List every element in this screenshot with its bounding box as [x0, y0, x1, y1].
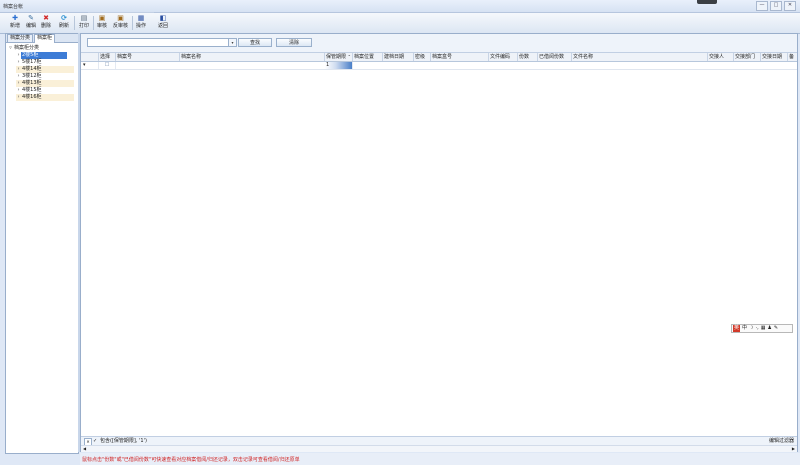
search-combo[interactable]: ▾ — [87, 38, 237, 47]
edit-button[interactable]: ✎ 编辑 — [26, 14, 36, 32]
filter-footer: ✕ ✓ 包含([保管期限], '1') 编辑过滤器 — [81, 436, 797, 446]
tree-item[interactable]: › 5楼17柜 — [16, 59, 74, 66]
close-button[interactable]: ✕ — [784, 1, 796, 11]
delete-icon: ✖ — [43, 14, 49, 22]
row-indicator-header — [81, 53, 99, 61]
maximize-button[interactable]: □ — [770, 1, 782, 11]
cabinet-tree: ▿ 档案柜分类 › 2楼5柜 › 5楼17柜 › 4楼14柜 › 3楼12柜 › 4楼13柜… — [8, 45, 76, 101]
ime-halfwidth-icon[interactable]: ☽ — [749, 325, 753, 332]
approve-button[interactable]: ▣ 审核 — [97, 14, 107, 32]
ime-toolbar: 英 中 ☽ ·, ▦ ♟ ✎ — [731, 324, 793, 333]
tree-item[interactable]: › 4楼15柜 — [16, 87, 74, 94]
grid-header: 选择 档案号 档案名称 保管期限 ⌃ 档案位置 建档日期 密级 档案盒号 文件编码… — [81, 53, 797, 62]
window-title: 档案台帐 — [3, 4, 24, 10]
filter-enabled-checkbox[interactable]: ✓ — [93, 438, 97, 444]
column-header[interactable]: 备 — [788, 53, 797, 61]
column-header[interactable]: 档案号 — [116, 53, 180, 61]
ime-user-icon[interactable]: ♟ — [767, 325, 771, 332]
tree-item[interactable]: › 4楼14柜 — [16, 66, 74, 73]
toolbar-separator — [132, 16, 133, 30]
unapprove-icon: ▣ — [117, 14, 124, 22]
keep-period-filter-cell[interactable]: 1 — [325, 62, 353, 69]
filter-row: ▾ ☐ 1 — [81, 62, 797, 70]
column-header[interactable]: 份数 — [518, 53, 538, 61]
column-header[interactable]: 档案位置 — [353, 53, 383, 61]
operate-icon: ▦ — [137, 14, 145, 22]
column-header[interactable]: 保管期限 ⌃ — [325, 53, 353, 61]
tree-item[interactable]: › 3楼12柜 — [16, 73, 74, 80]
tab-archive-cabinet[interactable]: 档案柜 — [34, 34, 56, 43]
edit-icon: ✎ — [28, 14, 34, 22]
horizontal-scrollbar[interactable]: ◀ ▶ — [81, 445, 797, 452]
ime-settings-icon[interactable]: ✎ — [774, 325, 778, 332]
query-button[interactable]: 查找 — [238, 38, 272, 47]
return-icon: ◧ — [159, 14, 167, 22]
filter-text: 包含([保管期限], '1') — [100, 438, 147, 444]
tree-item[interactable]: › 4楼16柜 — [16, 94, 74, 101]
edit-filter-button[interactable]: 编辑过滤器 — [769, 438, 794, 444]
top-tray-widget[interactable] — [697, 0, 717, 4]
window-controls: — □ ✕ — [756, 1, 796, 11]
status-message: 鼠标点击"份数"或"已借阅份数"可快速查看对应档案借阅/归还记录，双击记录可查看… — [82, 457, 300, 463]
column-header[interactable]: 文件名称 — [572, 53, 708, 61]
ime-chinese-icon[interactable]: 中 — [742, 325, 747, 332]
row-pointer-icon: ▾ — [81, 62, 99, 69]
tree-item[interactable]: › 4楼13柜 — [16, 80, 74, 87]
left-panel: 档案分类 档案柜 ▿ 档案柜分类 › 2楼5柜 › 5楼17柜 › 4楼14柜 › 3楼1… — [5, 33, 79, 454]
column-header[interactable]: 交接部门 — [734, 53, 761, 61]
ime-keyboard-icon[interactable]: ▦ — [761, 325, 766, 332]
scroll-left-icon[interactable]: ◀ — [83, 446, 86, 452]
print-icon: ▤ — [80, 14, 88, 22]
toolbar-separator — [93, 16, 94, 30]
unapprove-button[interactable]: ▣ 反审核 — [113, 14, 128, 32]
left-tabs: 档案分类 档案柜 — [6, 34, 78, 43]
plus-icon: ✚ — [12, 14, 18, 22]
toolbar-separator — [74, 16, 75, 30]
operate-button[interactable]: ▦ 操作 — [136, 14, 146, 32]
column-header[interactable]: 已借阅份数 — [538, 53, 572, 61]
tab-archive-category[interactable]: 档案分类 — [7, 34, 34, 42]
ime-punct-icon[interactable]: ·, — [756, 325, 759, 332]
tree-root[interactable]: ▿ 档案柜分类 — [8, 45, 76, 52]
column-header[interactable]: 密级 — [414, 53, 431, 61]
toolbar: ✚ 新增 ✎ 编辑 ✖ 删除 ⟳ 刷新 ▤ 打印 ▣ 审核 ▣ 反审核 ▦ 操作… — [0, 13, 800, 34]
sort-asc-icon: ⌃ — [347, 54, 351, 59]
clear-button[interactable]: 清除 — [276, 38, 312, 47]
add-button[interactable]: ✚ 新增 — [10, 14, 20, 32]
main-panel: ▾ 查找 清除 选择 档案号 档案名称 保管期限 ⌃ 档案位置 建档日期 密级 档… — [80, 33, 798, 452]
print-button[interactable]: ▤ 打印 — [79, 14, 89, 32]
approve-icon: ▣ — [98, 14, 106, 22]
column-header[interactable]: 文件编码 — [489, 53, 518, 61]
chevron-down-icon[interactable]: ▾ — [228, 39, 236, 46]
tree-item[interactable]: › 2楼5柜 — [16, 52, 74, 59]
column-header[interactable]: 选择 — [99, 53, 116, 61]
column-header[interactable]: 档案盒号 — [431, 53, 489, 61]
column-header[interactable]: 档案名称 — [180, 53, 325, 61]
scroll-right-icon[interactable]: ▶ — [792, 446, 795, 452]
refresh-icon: ⟳ — [61, 14, 67, 22]
status-bar: 鼠标点击"份数"或"已借阅份数"可快速查看对应档案借阅/归还记录，双击记录可查看… — [80, 453, 800, 465]
return-button[interactable]: ◧ 返回 — [158, 14, 168, 32]
column-header[interactable]: 交接人 — [708, 53, 734, 61]
search-bar: ▾ 查找 清除 — [81, 34, 797, 53]
refresh-button[interactable]: ⟳ 刷新 — [59, 14, 69, 32]
minimize-button[interactable]: — — [756, 1, 768, 11]
column-header[interactable]: 交接日期 — [761, 53, 788, 61]
ime-lang-icon[interactable]: 英 — [733, 325, 741, 332]
column-header[interactable]: 建档日期 — [383, 53, 414, 61]
delete-button[interactable]: ✖ 删除 — [41, 14, 51, 32]
select-all-checkbox[interactable]: ☐ — [99, 62, 116, 69]
